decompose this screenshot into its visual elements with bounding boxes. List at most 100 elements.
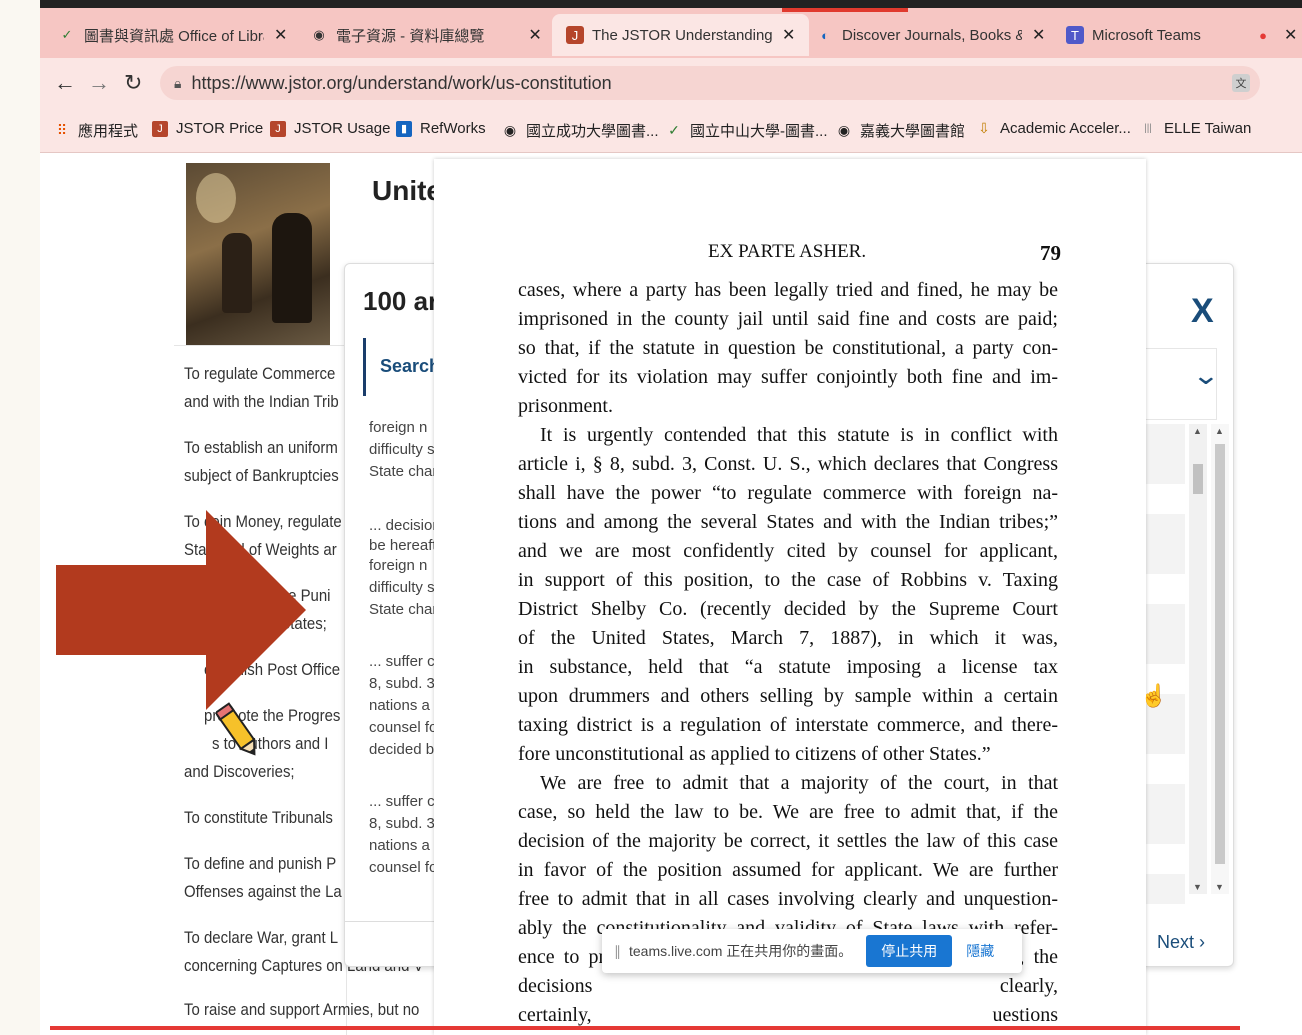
snippet-line: decided b [369, 741, 435, 758]
clause-line[interactable]: To regulate Commerce [184, 360, 335, 388]
snippet-line: ... suffer c [369, 793, 435, 810]
bookmark-elle[interactable]: ||| ELLE Taiwan [1140, 120, 1251, 137]
clause-line[interactable]: To define and punish P [184, 850, 336, 878]
tab-jstor-understanding[interactable]: J The JSTOR Understanding Se ✕ [552, 14, 810, 56]
stop-sharing-button[interactable]: 停止共用 [866, 935, 953, 967]
constitution-painting-image [186, 163, 330, 345]
text-line-content: tions and among the several States and w… [518, 511, 1058, 533]
tab-e-resources[interactable]: ◉ 電子資源 - 資料庫總覽 ✕ [310, 14, 541, 56]
text-line-content: article i, § 8, subd. 3, Const. U. S., w… [518, 453, 1058, 475]
back-arrow-icon[interactable]: ← [54, 70, 76, 96]
reload-icon[interactable]: ↻ [124, 70, 142, 96]
text-line-content: District Shelby Co. (recently decided by… [518, 598, 1058, 620]
snippet-line: be hereaft [369, 537, 437, 554]
text-line-content: of the United States, March 7, 1887), in… [518, 627, 1058, 649]
close-tab-icon[interactable]: ✕ [782, 25, 795, 45]
clause-line[interactable]: and with the Indian Trib [184, 388, 339, 416]
clause-line[interactable]: subject of Bankruptcies [184, 462, 339, 490]
next-page-link[interactable]: Next › [1157, 932, 1205, 953]
pencil-icon [216, 702, 256, 756]
recording-progress-line [50, 1026, 1240, 1030]
bookmark-label: 國立成功大學圖書... [526, 123, 659, 140]
bars-icon: ||| [1144, 123, 1152, 134]
text-line: imprisoned in the county jail until said… [518, 308, 1058, 331]
scroll-down-icon[interactable]: ▼ [1193, 882, 1202, 892]
discover-icon: ◐ [821, 27, 829, 43]
scroll-thumb[interactable] [1215, 444, 1225, 864]
clause-line[interactable]: To declare War, grant L [184, 924, 338, 952]
clause-line[interactable]: To raise and support Armies, but no [184, 996, 419, 1024]
snippet-line: difficulty s [369, 441, 435, 458]
bookmark-label: ELLE Taiwan [1164, 120, 1252, 137]
address-bar[interactable]: 🔒︎ https://www.jstor.org/understand/work… [160, 66, 1260, 100]
scrollbar[interactable]: ▲ ▼ [1211, 424, 1229, 894]
text-line: fore unconstitutional as applied to citi… [518, 743, 1058, 766]
close-tab-icon[interactable]: ✕ [528, 25, 541, 45]
bookmark-apps[interactable]: ⠿ 應用程式 [54, 120, 138, 141]
translate-icon[interactable]: 文 [1232, 74, 1250, 92]
drag-handle-icon[interactable]: ∥ [614, 943, 621, 960]
page-number: 79 [1040, 241, 1061, 265]
running-head: EX PARTE ASHER. [708, 241, 867, 262]
apps-grid-icon: ⠿ [56, 122, 68, 138]
clause-line[interactable]: To establish an uniform [184, 434, 338, 462]
search-tab-label: Search [380, 356, 441, 376]
chevron-down-icon[interactable]: ⌄ [1192, 360, 1220, 391]
painting-light [196, 173, 236, 223]
bookmarks-bar: ⠿ 應用程式 J JSTOR Price J JSTOR Usage ▮ Ref… [40, 110, 1302, 153]
text-line: in support of this position, to the case… [518, 569, 1058, 592]
bookmark-ncku[interactable]: ◉ 國立成功大學圖書... [502, 120, 659, 141]
tab-title: Discover Journals, Books & C [842, 26, 1022, 44]
scrollbar[interactable]: ▲ ▼ [1189, 424, 1207, 894]
scroll-thumb[interactable] [1193, 464, 1203, 494]
viewer-side-panel: X ⌄ ▲ ▼ ▲ ▼ Next › [1144, 263, 1234, 967]
tab-strip: ✓ 圖書與資訊處 Office of Librar ✕ ◉ 電子資源 - 資料庫… [40, 8, 1302, 58]
bookmark-jstor-usage[interactable]: J JSTOR Usage [270, 120, 390, 137]
tab-recording[interactable]: ● ✕ [1254, 14, 1297, 56]
text-line-content: upon drummers and others selling by samp… [518, 685, 1058, 707]
close-tab-icon[interactable]: ✕ [1032, 25, 1045, 45]
snippet-line: ... suffer c [369, 653, 435, 670]
forward-arrow-icon[interactable]: → [88, 70, 110, 96]
bookmark-ncyu[interactable]: ◉ 嘉義大學圖書館 [836, 120, 965, 141]
text-line: decisions clearly, [518, 975, 1058, 998]
page-thumbnails[interactable] [1145, 424, 1185, 904]
jstor-icon: J [152, 120, 168, 137]
clause-line[interactable]: To constitute Tribunals [184, 804, 333, 832]
text-line: It is urgently contended that this statu… [540, 424, 1058, 447]
clause-line[interactable]: Offenses against the La [184, 878, 342, 906]
browser-window: ✓ 圖書與資訊處 Office of Librar ✕ ◉ 電子資源 - 資料庫… [40, 0, 1302, 1035]
tab-teams[interactable]: T Microsoft Teams [1066, 14, 1201, 56]
text-line: so that, if the statute in question be c… [518, 337, 1058, 360]
hide-button[interactable]: 隱藏 [966, 941, 994, 961]
text-line-content: so that, if the statute in question be c… [518, 337, 1058, 359]
tab-discover[interactable]: ◐ Discover Journals, Books & C ✕ [816, 14, 1045, 56]
bookmark-jstor-price[interactable]: J JSTOR Price [152, 120, 263, 137]
bookmark-nsysu[interactable]: ✓ 國立中山大學-圖書... [666, 120, 827, 141]
text-line: taxing district is a regulation of inter… [518, 714, 1058, 737]
text-line-content: in favor of the position assumed for app… [518, 859, 1058, 881]
clause-line[interactable]: and Discoveries; [184, 758, 295, 786]
scroll-up-icon[interactable]: ▲ [1193, 426, 1202, 436]
text-line: free to admit that in all cases involvin… [518, 888, 1058, 911]
lock-icon: 🔒︎ [174, 74, 182, 91]
bookmark-refworks[interactable]: ▮ RefWorks [396, 120, 486, 137]
recording-dot-icon: ● [1259, 27, 1267, 43]
globe-icon: ◉ [313, 27, 325, 42]
tab-title: 電子資源 - 資料庫總覽 [336, 27, 485, 45]
audio-indicator-bar [782, 8, 908, 12]
tab-library[interactable]: ✓ 圖書與資訊處 Office of Librar ✕ [58, 14, 288, 56]
scroll-up-icon[interactable]: ▲ [1215, 426, 1224, 436]
close-icon[interactable]: X [1191, 292, 1214, 331]
screen-share-bar: ∥ teams.live.com 正在共用你的畫面。 停止共用 隱藏 [602, 929, 1022, 973]
close-tab-icon[interactable]: ✕ [1284, 25, 1297, 45]
bookmark-check-icon: ✓ [668, 122, 680, 138]
text-line: article i, § 8, subd. 3, Const. U. S., w… [518, 453, 1058, 476]
text-line-content: prisonment. [518, 395, 613, 417]
text-line: victed for its violation may suffer conj… [518, 366, 1058, 389]
close-tab-icon[interactable]: ✕ [274, 25, 287, 45]
download-icon: ⇩ [978, 120, 990, 136]
bookmark-academic-accelerator[interactable]: ⇩ Academic Acceler... [976, 120, 1131, 137]
scroll-down-icon[interactable]: ▼ [1215, 882, 1224, 892]
text-line-content: and we are most confidently cited by cou… [518, 540, 1058, 562]
